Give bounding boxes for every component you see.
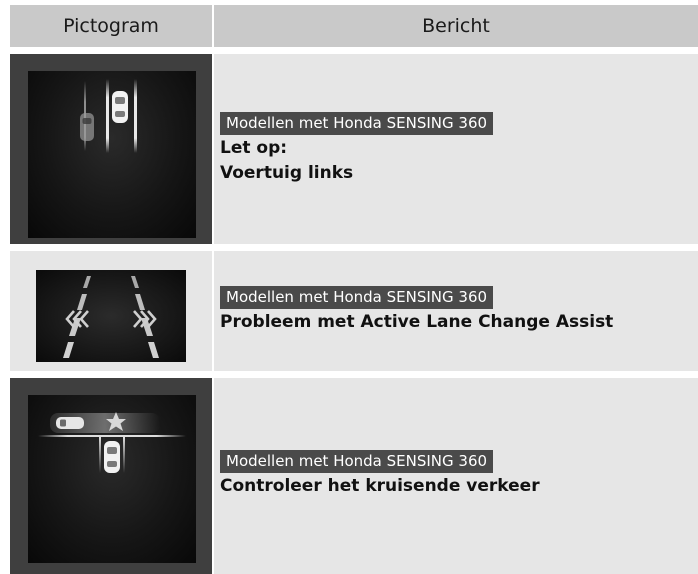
icon-frame	[10, 54, 212, 244]
table-row: Modellen met Honda SENSING 360 Let op: V…	[10, 54, 698, 244]
message-line: Probleem met Active Lane Change Assist	[220, 312, 614, 332]
message-cell: Modellen met Honda SENSING 360 Let op: V…	[214, 54, 698, 244]
model-tag: Modellen met Honda SENSING 360	[220, 450, 494, 473]
message-line: Voertuig links	[220, 163, 354, 183]
pictogram-cell	[10, 54, 212, 244]
message-content: Modellen met Honda SENSING 360 Probleem …	[220, 286, 613, 334]
table-row: Modellen met Honda SENSING 360 Probleem …	[10, 251, 698, 371]
message-cell: Modellen met Honda SENSING 360 Probleem …	[214, 251, 698, 371]
icon-frame	[10, 378, 212, 574]
model-tag: Modellen met Honda SENSING 360	[220, 112, 494, 135]
active-lane-change-assist-problem-icon	[36, 270, 186, 362]
message-content: Modellen met Honda SENSING 360 Controlee…	[220, 450, 540, 498]
table-row: Modellen met Honda SENSING 360 Controlee…	[10, 378, 698, 574]
table-header: Pictogram Bericht	[10, 5, 698, 47]
pictogram-cell	[10, 251, 212, 371]
model-tag: Modellen met Honda SENSING 360	[220, 286, 494, 309]
vehicle-left-warning-icon	[28, 71, 196, 238]
header-message: Bericht	[214, 5, 698, 47]
message-cell: Modellen met Honda SENSING 360 Controlee…	[214, 378, 698, 574]
message-content: Modellen met Honda SENSING 360 Let op: V…	[220, 112, 494, 185]
cross-traffic-check-icon	[28, 395, 196, 563]
header-pictogram: Pictogram	[10, 5, 212, 47]
message-line: Controleer het kruisende verkeer	[220, 476, 540, 496]
pictogram-cell	[10, 378, 212, 574]
message-line: Let op:	[220, 138, 288, 158]
